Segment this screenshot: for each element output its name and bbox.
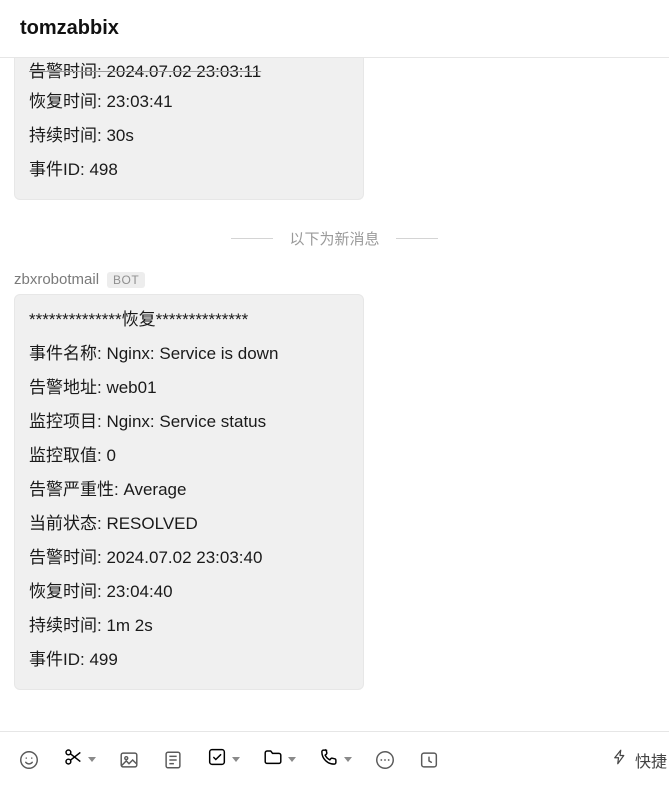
note-icon xyxy=(162,749,184,771)
history-button[interactable] xyxy=(418,749,440,771)
history-icon xyxy=(418,749,440,771)
image-button[interactable] xyxy=(118,749,140,771)
message-line: 事件ID: 499 xyxy=(29,643,349,677)
folder-button[interactable] xyxy=(262,746,296,773)
message-line: 当前状态: RESOLVED xyxy=(29,507,349,541)
chevron-down-icon xyxy=(288,757,296,762)
message-sender: zbxrobotmail BOT xyxy=(14,271,655,288)
chevron-down-icon xyxy=(344,757,352,762)
message-bubble-partial: 告警时间: 2024.07.02 23:03:11 恢复时间: 23:03:41… xyxy=(14,58,364,200)
quick-send-label: 快捷 xyxy=(635,748,667,772)
divider-line xyxy=(396,238,438,239)
message-line: 持续时间: 1m 2s xyxy=(29,609,349,643)
chat-title: tomzabbix xyxy=(20,17,119,40)
emoji-icon xyxy=(18,749,40,771)
checkbox-icon xyxy=(206,746,228,773)
message-line: 告警时间: 2024.07.02 23:03:40 xyxy=(29,541,349,575)
message-line: 持续时间: 30s xyxy=(29,119,349,153)
message-banner: **************恢复************** xyxy=(29,303,349,337)
call-button[interactable] xyxy=(318,746,352,773)
more-icon xyxy=(374,749,396,771)
emoji-button[interactable] xyxy=(18,749,40,771)
message-line: 监控取值: 0 xyxy=(29,439,349,473)
message-bubble: **************恢复************** 事件名称: Ngi… xyxy=(14,294,364,690)
task-button[interactable] xyxy=(206,746,240,773)
message-line: 事件ID: 498 xyxy=(29,153,349,187)
image-icon xyxy=(118,749,140,771)
sender-name: zbxrobotmail xyxy=(14,271,99,288)
chevron-down-icon xyxy=(88,757,96,762)
folder-icon xyxy=(262,746,284,773)
divider-line xyxy=(231,238,273,239)
new-message-divider: 以下为新消息 xyxy=(14,228,655,249)
message-line: 告警严重性: Average xyxy=(29,473,349,507)
note-button[interactable] xyxy=(162,749,184,771)
input-toolbar: 快捷 xyxy=(0,731,669,787)
lightning-icon xyxy=(611,748,629,771)
quick-send-button[interactable]: 快捷 xyxy=(611,748,667,772)
message-line-cut: 告警时间: 2024.07.02 23:03:11 xyxy=(29,58,349,85)
scissors-icon xyxy=(62,746,84,773)
chat-header: tomzabbix xyxy=(0,0,669,58)
more-button[interactable] xyxy=(374,749,396,771)
message-line: 监控项目: Nginx: Service status xyxy=(29,405,349,439)
phone-icon xyxy=(318,746,340,773)
chat-messages-area[interactable]: 告警时间: 2024.07.02 23:03:11 恢复时间: 23:03:41… xyxy=(0,58,669,731)
message-line: 告警地址: web01 xyxy=(29,371,349,405)
bot-badge: BOT xyxy=(107,272,145,288)
screenshot-button[interactable] xyxy=(62,746,96,773)
message-line: 恢复时间: 23:04:40 xyxy=(29,575,349,609)
message-input-area[interactable] xyxy=(0,787,669,801)
message-line: 事件名称: Nginx: Service is down xyxy=(29,337,349,371)
message-line: 恢复时间: 23:03:41 xyxy=(29,85,349,119)
divider-label: 以下为新消息 xyxy=(289,228,379,249)
chevron-down-icon xyxy=(232,757,240,762)
